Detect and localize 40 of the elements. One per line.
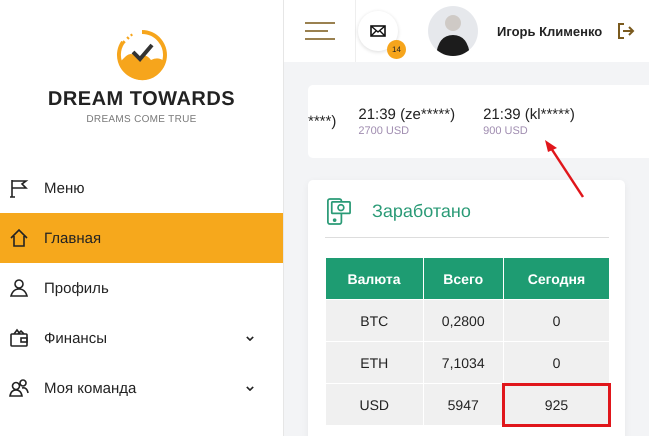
table-cell: 5947: [423, 384, 504, 426]
logo-icon: [114, 28, 168, 82]
table-cell: ETH: [326, 342, 423, 384]
transaction-amount: 2700 USD: [358, 125, 410, 137]
chevron-down-icon: [246, 386, 254, 390]
brand-tagline: DREAMS COME TRUE: [86, 114, 197, 125]
column-header: Сегодня: [503, 258, 610, 300]
sidebar-item[interactable]: Главная: [0, 213, 283, 263]
table-cell: BTC: [326, 300, 423, 342]
transaction-title: ****): [308, 113, 336, 130]
transaction-title: 21:39 (ze*****): [358, 106, 456, 123]
flag-icon: [9, 178, 29, 198]
column-header: Валюта: [326, 258, 423, 300]
table-cell: 925: [503, 384, 610, 426]
column-header: Всего: [423, 258, 504, 300]
sidebar-item[interactable]: Профиль: [0, 263, 283, 313]
transaction-amount: 900 USD: [483, 125, 529, 137]
brand-name: DREAM TOWARDS: [48, 88, 236, 111]
table-cell: 0,2800: [423, 300, 504, 342]
user-icon: [9, 278, 29, 298]
notification-badge: 14: [387, 40, 406, 59]
envelope-icon: [370, 25, 386, 37]
team-icon: [9, 378, 29, 398]
home-icon: [9, 228, 29, 248]
sidebar-item[interactable]: Моя команда: [0, 363, 283, 413]
transaction-title: 21:39 (kl*****): [483, 106, 575, 123]
menu-icon[interactable]: [304, 21, 336, 41]
money-phone-icon: [325, 198, 352, 225]
user-name[interactable]: Игорь Клименко: [497, 24, 602, 38]
chevron-down-icon: [246, 336, 254, 340]
avatar: [428, 6, 478, 56]
table-cell: 7,1034: [423, 342, 504, 384]
logout-icon[interactable]: [617, 22, 636, 40]
sidebar-item[interactable]: Меню: [0, 163, 283, 213]
sidebar-item[interactable]: Финансы: [0, 313, 283, 363]
table-cell: 0: [503, 300, 610, 342]
table-cell: 0: [503, 342, 610, 384]
wallet-icon: [9, 328, 29, 348]
card-title: Заработано: [372, 201, 471, 222]
table-cell: USD: [326, 384, 423, 426]
